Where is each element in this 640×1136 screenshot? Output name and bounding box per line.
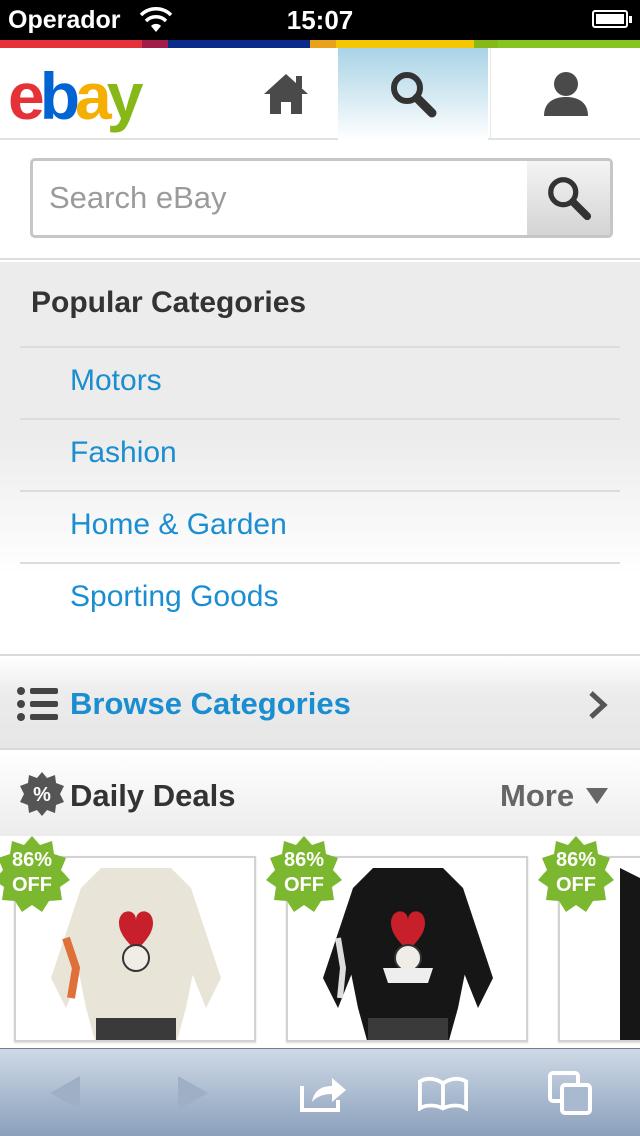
percent-badge-icon: % bbox=[20, 772, 64, 816]
category-label[interactable]: Sporting Goods bbox=[70, 580, 278, 614]
category-label[interactable]: Motors bbox=[70, 364, 162, 398]
tab-search[interactable] bbox=[338, 48, 488, 140]
status-bar: Operador 15:07 bbox=[0, 0, 640, 40]
search-section bbox=[0, 140, 640, 260]
search-icon bbox=[391, 72, 437, 118]
back-arrow-icon bbox=[50, 1076, 80, 1110]
category-home-garden[interactable]: Home & Garden bbox=[20, 490, 620, 562]
battery-icon bbox=[592, 10, 632, 28]
more-button[interactable]: More bbox=[500, 778, 574, 814]
badge-off: OFF bbox=[556, 874, 596, 896]
clock: 15:07 bbox=[286, 5, 354, 35]
chevron-down-icon[interactable] bbox=[586, 788, 608, 804]
share-icon bbox=[300, 1078, 346, 1112]
section-title: Popular Categories bbox=[31, 286, 307, 319]
discount-badge: 86% OFF bbox=[538, 836, 614, 912]
category-label[interactable]: Fashion bbox=[70, 436, 177, 470]
search-icon bbox=[547, 177, 591, 221]
list-icon bbox=[17, 687, 58, 721]
badge-percent: 86% bbox=[11, 849, 53, 871]
user-icon bbox=[543, 72, 588, 116]
app-header: ebay bbox=[0, 48, 640, 140]
book-icon bbox=[418, 1076, 468, 1111]
discount-badge: 86% OFF bbox=[0, 836, 70, 912]
bookmarks-button[interactable] bbox=[418, 1069, 468, 1117]
daily-deals-title: Daily Deals bbox=[70, 778, 236, 813]
tab-home[interactable] bbox=[236, 48, 336, 140]
share-button[interactable] bbox=[298, 1069, 348, 1117]
forward-button[interactable] bbox=[168, 1069, 218, 1117]
category-motors[interactable]: Motors bbox=[20, 346, 620, 418]
forward-arrow-icon bbox=[178, 1076, 208, 1110]
browser-toolbar bbox=[0, 1048, 640, 1136]
brand-color-strip bbox=[0, 40, 640, 48]
category-label[interactable]: Home & Garden bbox=[70, 508, 287, 542]
badge-percent: 86% bbox=[283, 849, 325, 871]
deals-carousel[interactable]: 86% OFF 86% OFF 86% OFF bbox=[0, 836, 640, 1048]
search-button[interactable] bbox=[527, 158, 613, 238]
browse-categories-label[interactable]: Browse Categories bbox=[70, 686, 351, 722]
popular-categories: Popular Categories Motors Fashion Home &… bbox=[0, 262, 640, 652]
category-fashion[interactable]: Fashion bbox=[20, 418, 620, 490]
tab-account[interactable] bbox=[490, 48, 640, 140]
badge-percent: 86% bbox=[555, 849, 597, 871]
back-button[interactable] bbox=[40, 1069, 90, 1117]
badge-off: OFF bbox=[284, 874, 324, 896]
home-icon bbox=[264, 74, 308, 114]
category-sporting-goods[interactable]: Sporting Goods bbox=[20, 562, 620, 634]
ebay-logo[interactable]: ebay bbox=[8, 58, 143, 134]
discount-badge: 86% OFF bbox=[266, 836, 342, 912]
tabs-button[interactable] bbox=[546, 1069, 596, 1117]
browse-categories-row[interactable]: Browse Categories bbox=[0, 654, 640, 750]
badge-off: OFF bbox=[12, 874, 52, 896]
search-input[interactable] bbox=[30, 158, 528, 238]
svg-text:%: % bbox=[33, 784, 51, 806]
chevron-right-icon bbox=[589, 691, 608, 719]
daily-deals-header: % Daily Deals More bbox=[0, 752, 640, 836]
tabs-icon bbox=[548, 1071, 592, 1115]
